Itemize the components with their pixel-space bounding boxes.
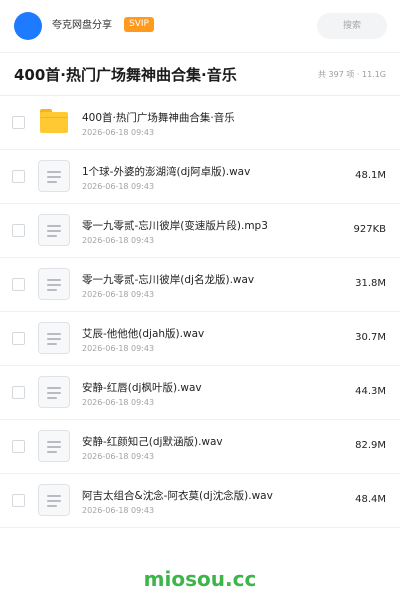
app-name: 夸克网盘分享 bbox=[52, 20, 112, 31]
file-date: 2026-06-18 09:43 bbox=[82, 344, 155, 353]
file-name: 零一九零贰-忘川彼岸(变速版片段).mp3 bbox=[82, 220, 268, 232]
row-checkbox[interactable] bbox=[12, 116, 25, 129]
file-date: 2026-06-18 09:43 bbox=[82, 506, 155, 515]
folder-icon bbox=[40, 109, 68, 133]
file-row[interactable]: 1个球-外婆的澎湖湾(dj阿卓版).wav 2026-06-18 09:43 4… bbox=[0, 150, 400, 204]
file-size: 48.4M bbox=[355, 494, 386, 505]
file-date: 2026-06-18 09:43 bbox=[82, 182, 155, 191]
file-date: 2026-06-18 09:43 bbox=[82, 452, 155, 461]
item-count-meta: 共 397 项 · 11.1G bbox=[318, 70, 386, 79]
file-name: 1个球-外婆的澎湖湾(dj阿卓版).wav bbox=[82, 166, 251, 178]
watermark: miosou.cc bbox=[143, 567, 257, 591]
file-size: 48.1M bbox=[355, 170, 386, 181]
document-icon bbox=[38, 484, 70, 516]
folder-row[interactable]: 400首·热门广场舞神曲合集·音乐 2026-06-18 09:43 bbox=[0, 96, 400, 150]
avatar[interactable] bbox=[14, 12, 42, 40]
file-name: 安静-红颜知己(dj默涵版).wav bbox=[82, 436, 223, 448]
file-size: 927KB bbox=[353, 224, 386, 235]
document-icon bbox=[38, 214, 70, 246]
file-row[interactable]: 阿吉太组合&沈念-阿衣莫(dj沈念版).wav 2026-06-18 09:43… bbox=[0, 474, 400, 528]
file-list: 400首·热门广场舞神曲合集·音乐 2026-06-18 09:43 1个球-外… bbox=[0, 96, 400, 528]
file-date: 2026-06-18 09:43 bbox=[82, 236, 155, 245]
file-date: 2026-06-18 09:43 bbox=[82, 398, 155, 407]
row-checkbox[interactable] bbox=[12, 332, 25, 345]
file-size: 30.7M bbox=[355, 332, 386, 343]
file-row[interactable]: 零一九零贰-忘川彼岸(dj名龙版).wav 2026-06-18 09:43 3… bbox=[0, 258, 400, 312]
file-size: 44.3M bbox=[355, 386, 386, 397]
row-checkbox[interactable] bbox=[12, 278, 25, 291]
document-icon bbox=[38, 376, 70, 408]
file-row[interactable]: 安静-红颜知己(dj默涵版).wav 2026-06-18 09:43 82.9… bbox=[0, 420, 400, 474]
file-name: 阿吉太组合&沈念-阿衣莫(dj沈念版).wav bbox=[82, 490, 273, 502]
document-icon bbox=[38, 322, 70, 354]
file-row[interactable]: 艾辰-他他他(djah版).wav 2026-06-18 09:43 30.7M bbox=[0, 312, 400, 366]
app-header: 夸克网盘分享 SVIP 搜索 bbox=[0, 0, 400, 52]
search-button[interactable]: 搜索 bbox=[317, 13, 387, 39]
row-checkbox[interactable] bbox=[12, 170, 25, 183]
row-checkbox[interactable] bbox=[12, 440, 25, 453]
svip-badge: SVIP bbox=[124, 17, 154, 32]
document-icon bbox=[38, 268, 70, 300]
file-name: 艾辰-他他他(djah版).wav bbox=[82, 328, 205, 340]
row-checkbox[interactable] bbox=[12, 386, 25, 399]
file-size: 82.9M bbox=[355, 440, 386, 451]
document-icon bbox=[38, 160, 70, 192]
document-icon bbox=[38, 430, 70, 462]
page-title: 400首·热门广场舞神曲合集·音乐 bbox=[14, 66, 237, 84]
row-checkbox[interactable] bbox=[12, 224, 25, 237]
file-row[interactable]: 安静-红唇(dj枫叶版).wav 2026-06-18 09:43 44.3M bbox=[0, 366, 400, 420]
file-size: 31.8M bbox=[355, 278, 386, 289]
row-checkbox[interactable] bbox=[12, 494, 25, 507]
title-bar: 400首·热门广场舞神曲合集·音乐 共 397 项 · 11.1G bbox=[0, 53, 400, 95]
file-name: 零一九零贰-忘川彼岸(dj名龙版).wav bbox=[82, 274, 255, 286]
file-date: 2026-06-18 09:43 bbox=[82, 128, 155, 137]
file-name: 安静-红唇(dj枫叶版).wav bbox=[82, 382, 202, 394]
file-row[interactable]: 零一九零贰-忘川彼岸(变速版片段).mp3 2026-06-18 09:43 9… bbox=[0, 204, 400, 258]
file-date: 2026-06-18 09:43 bbox=[82, 290, 155, 299]
file-name: 400首·热门广场舞神曲合集·音乐 bbox=[82, 112, 235, 124]
